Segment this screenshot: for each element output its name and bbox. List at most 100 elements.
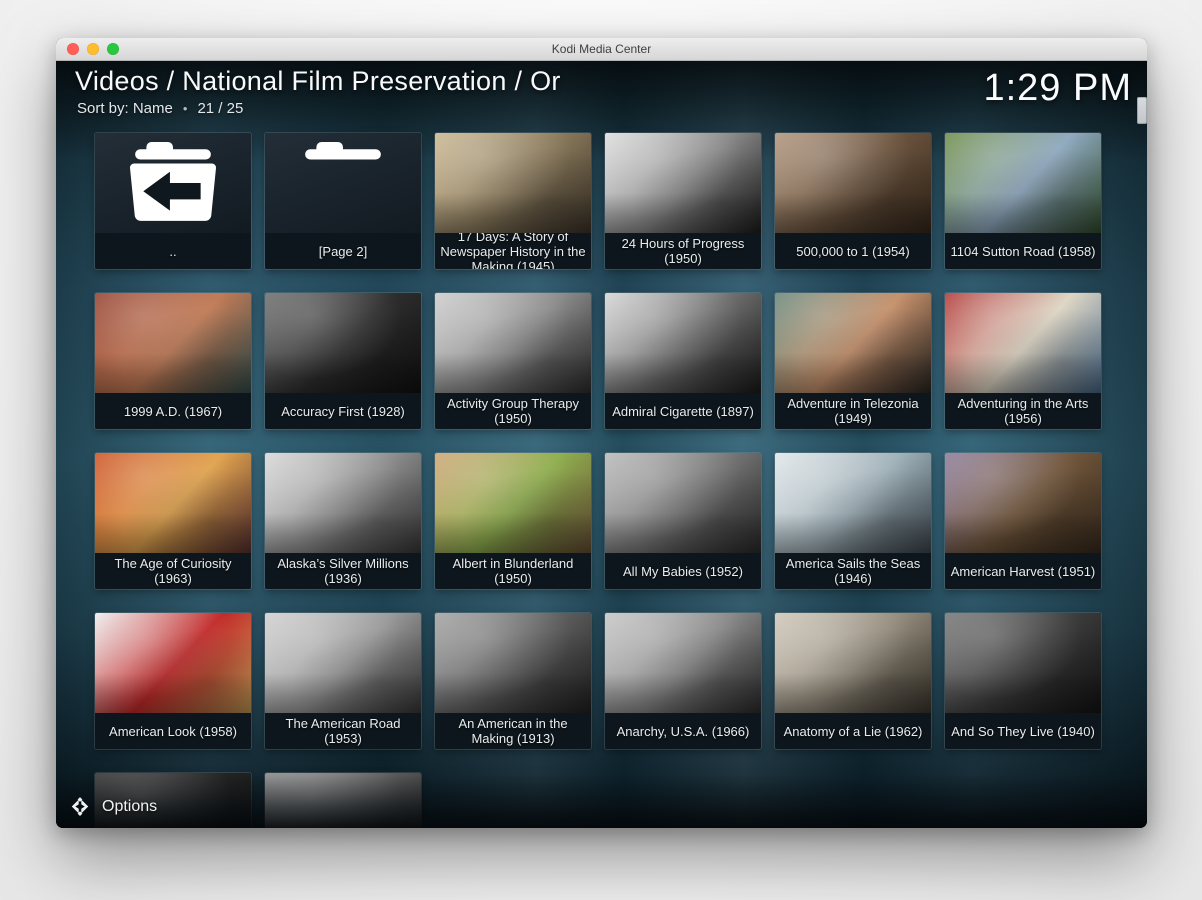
tile-caption: 17 Days: A Story of Newspaper History in…	[435, 233, 591, 269]
thumbnail	[605, 293, 761, 393]
kodi-content: Videos / National Film Preservation / Or…	[56, 61, 1147, 828]
close-button[interactable]	[67, 43, 79, 55]
tile-caption: Anarchy, U.S.A. (1966)	[605, 713, 761, 749]
tile-caption: All My Babies (1952)	[605, 553, 761, 589]
tile-label: America Sails the Seas (1946)	[779, 556, 927, 586]
media-tile[interactable]: An American in the Making (1913)	[435, 613, 591, 749]
tile-caption: Activity Group Therapy (1950)	[435, 393, 591, 429]
media-tile[interactable]	[265, 773, 421, 828]
thumbnail	[605, 453, 761, 553]
thumbnail	[775, 453, 931, 553]
media-tile[interactable]: Adventuring in the Arts (1956)	[945, 293, 1101, 429]
tile-label: American Harvest (1951)	[951, 564, 1096, 579]
tile-label: 1104 Sutton Road (1958)	[950, 244, 1095, 259]
media-tile[interactable]: 24 Hours of Progress (1950)	[605, 133, 761, 269]
thumbnail	[435, 133, 591, 233]
tile-label: ..	[169, 244, 176, 259]
thumbnail	[435, 613, 591, 713]
window-title: Kodi Media Center	[552, 42, 651, 56]
tile-label: Alaska’s Silver Millions (1936)	[269, 556, 417, 586]
tile-label: 500,000 to 1 (1954)	[796, 244, 909, 259]
tile-caption: Adventuring in the Arts (1956)	[945, 393, 1101, 429]
scrollbar-thumb[interactable]	[1137, 97, 1147, 124]
thumbnail	[605, 613, 761, 713]
tile-caption: Alaska’s Silver Millions (1936)	[265, 553, 421, 589]
tile-caption: An American in the Making (1913)	[435, 713, 591, 749]
zoom-button[interactable]	[107, 43, 119, 55]
traffic-lights	[67, 43, 119, 55]
thumbnail	[945, 133, 1101, 233]
media-tile[interactable]: Albert in Blunderland (1950)	[435, 453, 591, 589]
media-tile[interactable]: Anarchy, U.S.A. (1966)	[605, 613, 761, 749]
tile-caption: And So They Live (1940)	[945, 713, 1101, 749]
thumbnail	[945, 293, 1101, 393]
tile-caption: American Harvest (1951)	[945, 553, 1101, 589]
tile-caption: 1104 Sutton Road (1958)	[945, 233, 1101, 269]
folder-back-icon	[117, 140, 229, 226]
media-tile[interactable]: 1104 Sutton Road (1958)	[945, 133, 1101, 269]
thumbnail	[775, 293, 931, 393]
media-tile[interactable]: Accuracy First (1928)	[265, 293, 421, 429]
media-tile[interactable]: Anatomy of a Lie (1962)	[775, 613, 931, 749]
media-tile[interactable]: American Harvest (1951)	[945, 453, 1101, 589]
item-position: 21 / 25	[197, 100, 243, 117]
tile-caption: Adventure in Telezonia (1949)	[775, 393, 931, 429]
tile-caption: Accuracy First (1928)	[265, 393, 421, 429]
thumbnail	[95, 293, 251, 393]
sort-status: Sort by: Name • 21 / 25	[77, 100, 243, 117]
media-tile[interactable]: 17 Days: A Story of Newspaper History in…	[435, 133, 591, 269]
media-tile[interactable]: Adventure in Telezonia (1949)	[775, 293, 931, 429]
tile-caption: 1999 A.D. (1967)	[95, 393, 251, 429]
tile-caption: The Age of Curiosity (1963)	[95, 553, 251, 589]
tile-caption: America Sails the Seas (1946)	[775, 553, 931, 589]
tile-label: Anatomy of a Lie (1962)	[784, 724, 923, 739]
tile-caption: ..	[95, 233, 251, 269]
tile-caption: Albert in Blunderland (1950)	[435, 553, 591, 589]
tile-caption: Anatomy of a Lie (1962)	[775, 713, 931, 749]
breadcrumb: Videos / National Film Preservation / Or	[75, 66, 561, 97]
tile-caption: Admiral Cigarette (1897)	[605, 393, 761, 429]
window-titlebar[interactable]: Kodi Media Center	[56, 38, 1147, 61]
thumbnail	[945, 453, 1101, 553]
tile-label: Adventuring in the Arts (1956)	[949, 396, 1097, 426]
thumbnail	[435, 293, 591, 393]
tile-caption: American Look (1958)	[95, 713, 251, 749]
media-tile[interactable]: Alaska’s Silver Millions (1936)	[265, 453, 421, 589]
thumbnail	[95, 133, 251, 233]
media-tile[interactable]: 1999 A.D. (1967)	[95, 293, 251, 429]
media-tile[interactable]: 500,000 to 1 (1954)	[775, 133, 931, 269]
thumbnail	[95, 453, 251, 553]
media-tile[interactable]: [Page 2]	[265, 133, 421, 269]
thumbnail	[605, 133, 761, 233]
tile-label: The American Road (1953)	[269, 716, 417, 746]
tile-label: Admiral Cigarette (1897)	[612, 404, 754, 419]
options-label: Options	[102, 798, 157, 816]
thumbnail	[265, 613, 421, 713]
tile-label: 17 Days: A Story of Newspaper History in…	[439, 233, 587, 269]
minimize-button[interactable]	[87, 43, 99, 55]
media-tile[interactable]: All My Babies (1952)	[605, 453, 761, 589]
folder-icon	[287, 140, 399, 226]
media-tile[interactable]: America Sails the Seas (1946)	[775, 453, 931, 589]
media-grid: .. [Page 2]	[95, 133, 1101, 828]
thumbnail	[265, 133, 421, 233]
tile-label: Anarchy, U.S.A. (1966)	[617, 724, 750, 739]
tile-label: The Age of Curiosity (1963)	[99, 556, 247, 586]
media-tile[interactable]: The American Road (1953)	[265, 613, 421, 749]
tile-label: American Look (1958)	[109, 724, 237, 739]
thumbnail	[265, 773, 421, 828]
tile-label: [Page 2]	[319, 244, 367, 259]
media-tile[interactable]: The Age of Curiosity (1963)	[95, 453, 251, 589]
media-tile[interactable]: ..	[95, 133, 251, 269]
media-tile[interactable]: And So They Live (1940)	[945, 613, 1101, 749]
options-button[interactable]: Options	[69, 796, 157, 818]
thumbnail	[945, 613, 1101, 713]
thumbnail	[435, 453, 591, 553]
clock: 1:29 PM	[983, 67, 1132, 110]
sort-by-label[interactable]: Sort by: Name	[77, 100, 173, 117]
media-tile[interactable]: Admiral Cigarette (1897)	[605, 293, 761, 429]
media-tile[interactable]: American Look (1958)	[95, 613, 251, 749]
tile-label: Albert in Blunderland (1950)	[439, 556, 587, 586]
tile-label: 24 Hours of Progress (1950)	[609, 236, 757, 266]
media-tile[interactable]: Activity Group Therapy (1950)	[435, 293, 591, 429]
